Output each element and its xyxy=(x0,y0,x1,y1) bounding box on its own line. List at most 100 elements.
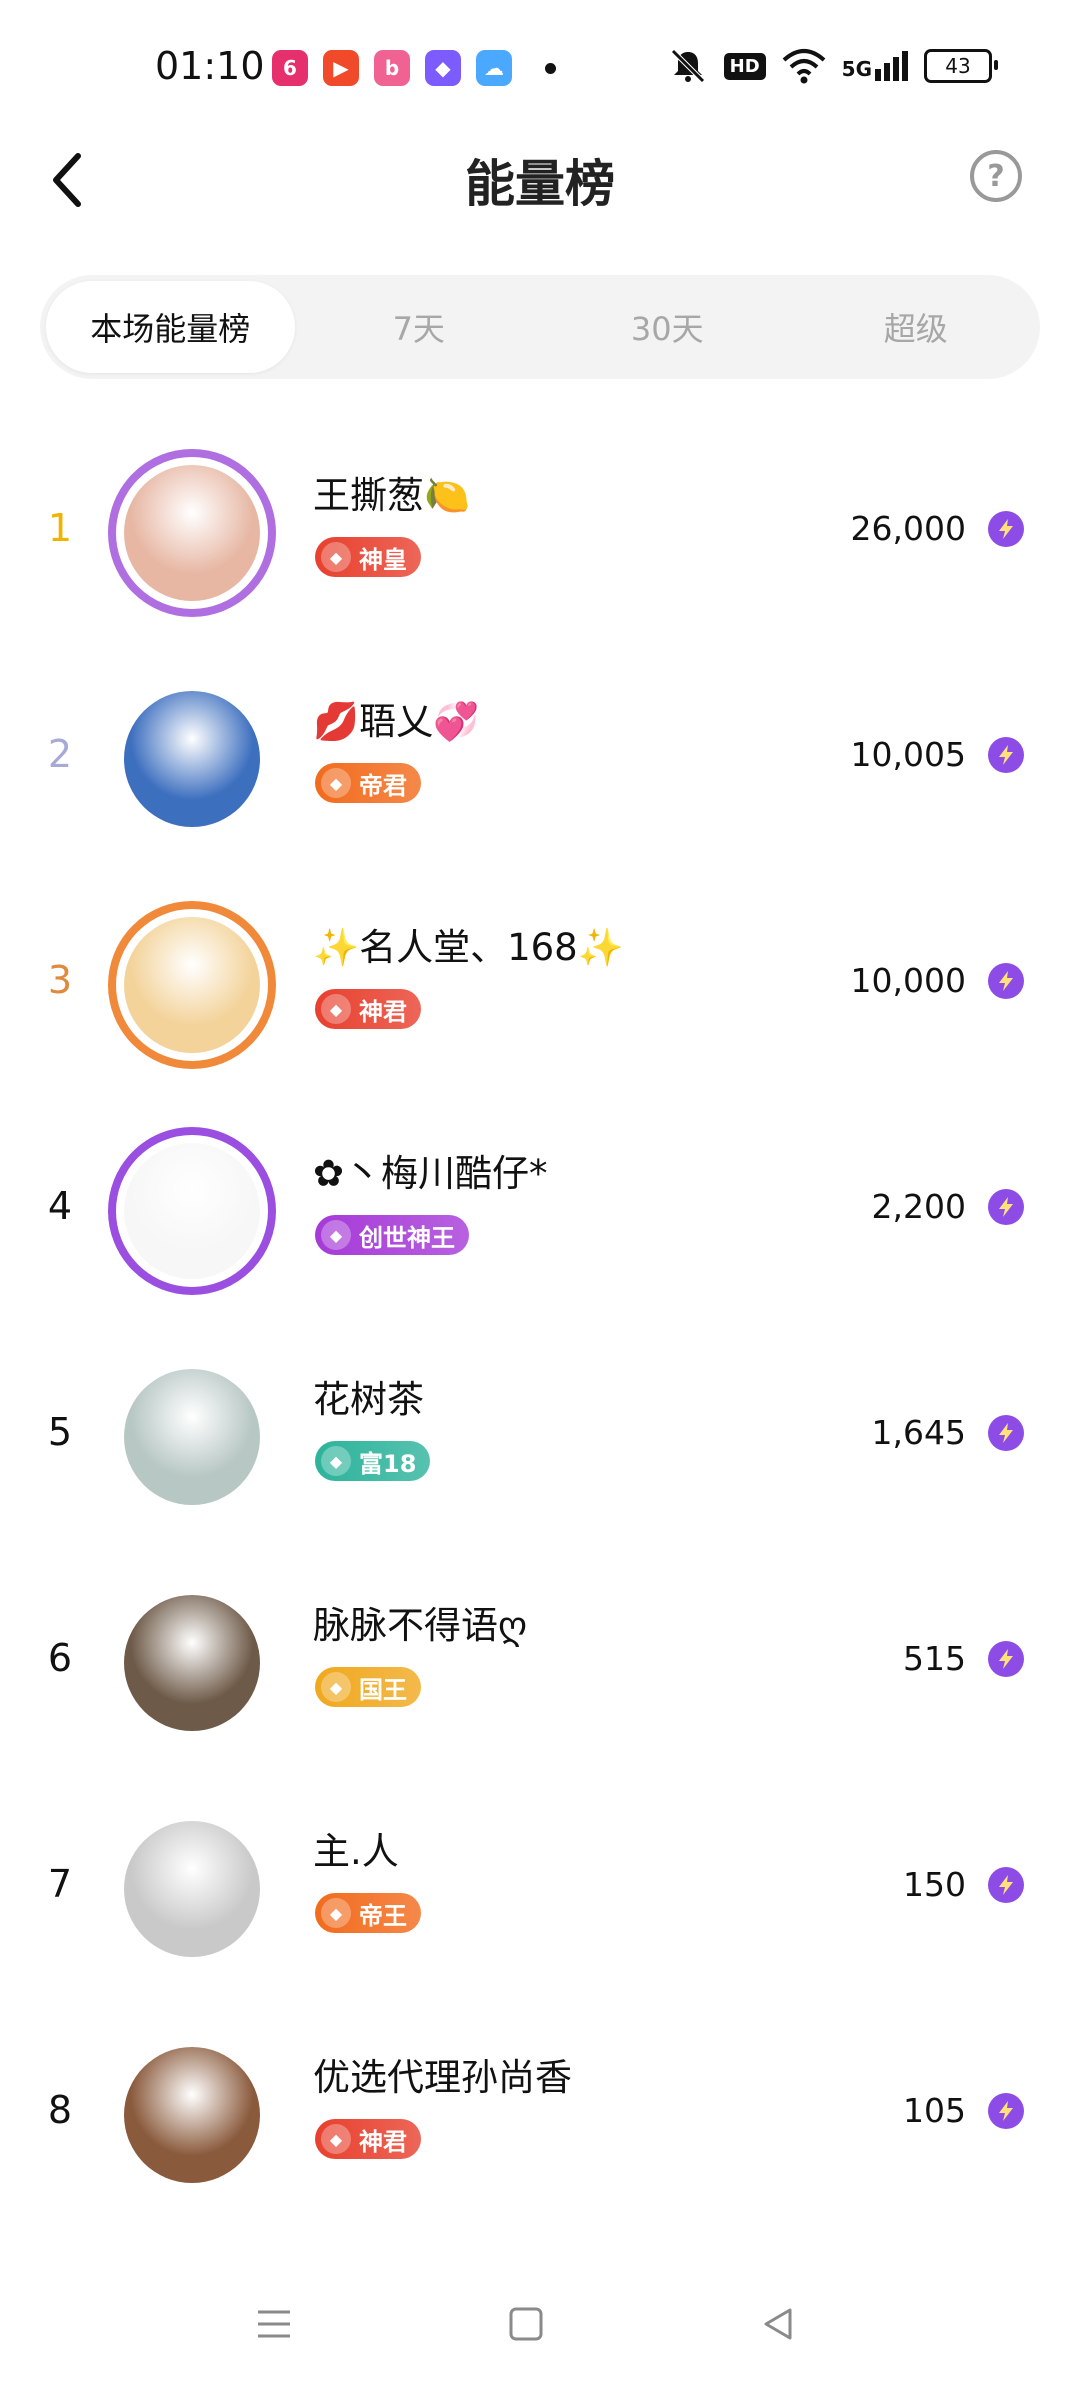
rank-number: 6 xyxy=(47,1636,73,1680)
badge-label: 神君 xyxy=(359,2127,407,2156)
home-icon xyxy=(509,2307,543,2341)
level-badge: ◆ 神君 xyxy=(315,2119,421,2159)
badge-icon: ◆ xyxy=(321,2124,351,2154)
home-button[interactable] xyxy=(496,2294,556,2354)
avatar-image xyxy=(124,1595,260,1731)
avatar-image xyxy=(124,691,260,827)
status-bar: 01:10 6 ▶ b ◆ ☁ HD 5G 43 xyxy=(0,0,1080,130)
rank-number: 2 xyxy=(47,732,73,776)
avatar[interactable] xyxy=(108,1127,276,1295)
avatar[interactable] xyxy=(108,449,276,617)
rank-number: 8 xyxy=(47,2088,73,2132)
hd-icon: HD xyxy=(723,52,766,80)
level-badge: ◆ 国王 xyxy=(315,1667,421,1707)
avatar[interactable] xyxy=(108,901,276,1069)
rank-number: 1 xyxy=(47,506,73,550)
energy-score: 515 xyxy=(903,1638,966,1678)
badge-label: 创世神王 xyxy=(359,1223,455,1252)
menu-button[interactable] xyxy=(244,2294,304,2354)
avatar[interactable] xyxy=(120,2043,264,2187)
status-app-icons: 6 ▶ b ◆ ☁ xyxy=(272,50,556,86)
avatar[interactable] xyxy=(120,1591,264,1735)
lightning-icon xyxy=(988,737,1024,773)
lightning-icon xyxy=(988,1641,1024,1677)
app-icon-2: ▶ xyxy=(323,50,359,86)
tab-3[interactable]: 30天 xyxy=(543,281,792,373)
lightning-icon xyxy=(988,1189,1024,1225)
notification-dot xyxy=(545,62,556,74)
ranking-row[interactable]: 3 ✨名人堂、168✨ ◆ 神君 10,000 xyxy=(0,867,1080,1093)
badge-icon: ◆ xyxy=(321,994,351,1024)
lightning-icon xyxy=(988,1867,1024,1903)
badge-icon: ◆ xyxy=(321,1220,351,1250)
lightning-icon xyxy=(988,1415,1024,1451)
back-triangle-icon xyxy=(764,2308,792,2340)
lightning-icon xyxy=(988,511,1024,547)
wifi-icon xyxy=(782,49,825,84)
tab-2[interactable]: 7天 xyxy=(295,281,544,373)
badge-label: 国王 xyxy=(359,1675,407,1704)
ranking-row[interactable]: 8 优选代理孙尚香 ◆ 神君 105 xyxy=(0,1997,1080,2223)
avatar[interactable] xyxy=(120,1817,264,1961)
badge-label: 神君 xyxy=(359,997,407,1026)
avatar-image xyxy=(124,1821,260,1957)
user-name: 主.人 xyxy=(313,1830,399,1873)
user-name: ✨名人堂、168✨ xyxy=(313,926,624,969)
user-name: 王撕葱🍋 xyxy=(313,474,471,517)
energy-score: 105 xyxy=(903,2090,966,2130)
user-name: 💋䎸乂💞 xyxy=(313,700,480,743)
level-badge: ◆ 神君 xyxy=(315,989,421,1029)
avatar-image xyxy=(124,1143,260,1279)
lightning-icon xyxy=(988,2093,1024,2129)
badge-label: 富18 xyxy=(359,1449,417,1478)
battery-icon: 43 xyxy=(924,49,998,83)
mute-bell-icon xyxy=(670,49,705,83)
period-tabs: 本场能量榜 7天 30天 超级 xyxy=(40,275,1040,379)
ranking-row[interactable]: 4 ✿丶梅川酷仔* ◆ 创世神王 2,200 xyxy=(0,1093,1080,1319)
avatar[interactable] xyxy=(120,687,264,831)
energy-score: 10,000 xyxy=(850,960,966,1000)
badge-icon: ◆ xyxy=(321,768,351,798)
system-nav-bar xyxy=(0,2250,1080,2400)
ranking-row[interactable]: 5 花树茶 ◆ 富18 1,645 xyxy=(0,1319,1080,1545)
rank-number: 4 xyxy=(47,1184,73,1228)
user-name: 花树茶 xyxy=(313,1378,424,1421)
rank-number: 5 xyxy=(47,1410,73,1454)
avatar-image xyxy=(124,917,260,1053)
badge-label: 帝王 xyxy=(359,1901,407,1930)
level-badge: ◆ 富18 xyxy=(315,1441,431,1481)
tab-1[interactable]: 本场能量榜 xyxy=(46,281,295,373)
network-type: 5G xyxy=(841,57,872,81)
level-badge: ◆ 创世神王 xyxy=(315,1215,469,1255)
help-button[interactable]: ? xyxy=(970,150,1022,202)
user-name: 脉脉不得语ღ xyxy=(313,1604,528,1647)
cell-signal-icon: 5G xyxy=(842,51,908,81)
menu-icon xyxy=(258,2310,290,2338)
badge-icon: ◆ xyxy=(321,1672,351,1702)
ranking-row[interactable]: 7 主.人 ◆ 帝王 150 xyxy=(0,1771,1080,1997)
avatar[interactable] xyxy=(120,1365,264,1509)
rank-number: 7 xyxy=(47,1862,73,1906)
energy-score: 150 xyxy=(903,1864,966,1904)
badge-label: 神皇 xyxy=(359,545,407,574)
ranking-list: 1 王撕葱🍋 ◆ 神皇 26,000 2 💋䎸乂💞 ◆ 帝君 10,005 3 ✨名人堂、168✨ ◆ 神… xyxy=(0,415,1080,2223)
weather-icon: ☁ xyxy=(476,50,512,86)
badge-icon: ◆ xyxy=(321,1446,351,1476)
badge-label: 帝君 xyxy=(359,771,407,800)
back-nav-button[interactable] xyxy=(748,2294,808,2354)
battery-level: 43 xyxy=(945,54,971,78)
question-icon: ? xyxy=(987,158,1005,194)
ranking-row[interactable]: 2 💋䎸乂💞 ◆ 帝君 10,005 xyxy=(0,641,1080,867)
app-icon-4: ◆ xyxy=(425,50,461,86)
level-badge: ◆ 帝君 xyxy=(315,763,421,803)
badge-icon: ◆ xyxy=(321,1898,351,1928)
ranking-row[interactable]: 1 王撕葱🍋 ◆ 神皇 26,000 xyxy=(0,415,1080,641)
tab-4[interactable]: 超级 xyxy=(792,281,1041,373)
badge-icon: ◆ xyxy=(321,542,351,572)
app-icon-1: 6 xyxy=(272,50,308,86)
ranking-row[interactable]: 6 脉脉不得语ღ ◆ 国王 515 xyxy=(0,1545,1080,1771)
avatar-image xyxy=(124,465,260,601)
avatar-image xyxy=(124,2047,260,2183)
lightning-icon xyxy=(988,963,1024,999)
energy-score: 2,200 xyxy=(871,1186,966,1226)
